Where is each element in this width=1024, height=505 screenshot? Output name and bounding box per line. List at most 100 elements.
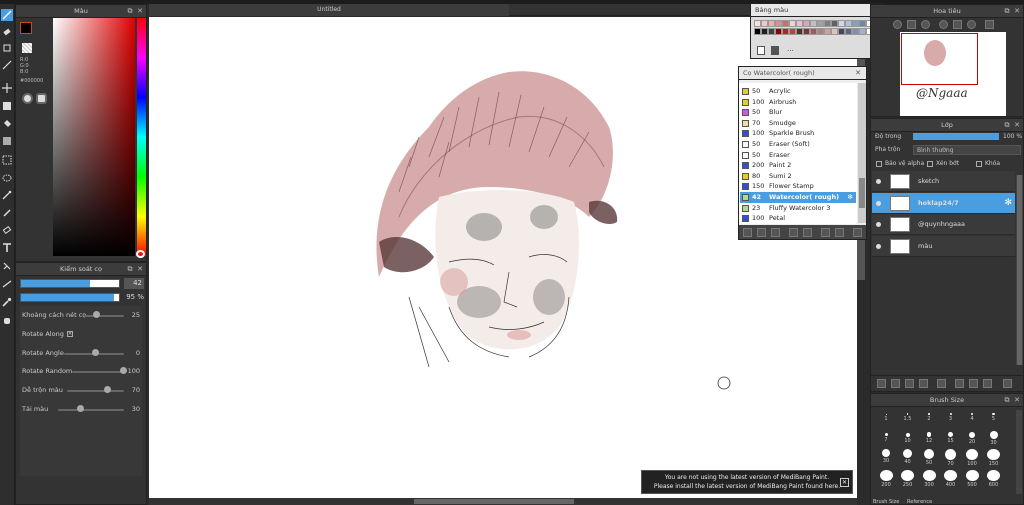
palette-swatch[interactable] xyxy=(810,20,817,27)
brush-tool-icon[interactable] xyxy=(1,9,13,21)
reset-icon[interactable] xyxy=(953,20,962,29)
layer-settings-icon[interactable] xyxy=(983,379,992,388)
palette-swatch[interactable] xyxy=(845,20,852,27)
brush-size-preset[interactable]: 40 xyxy=(899,449,917,467)
navigator-preview[interactable]: @Ngaaa xyxy=(900,32,1006,116)
rectangle-tool-icon[interactable] xyxy=(1,100,13,112)
brush-size-preset[interactable]: 5 xyxy=(985,408,1003,426)
brush-setting-row[interactable]: Khoảng cách nét cọ 25 xyxy=(22,310,140,320)
brush-setting-track[interactable] xyxy=(72,371,124,374)
brush-setting-row[interactable]: Rotate Random 100 xyxy=(22,366,140,376)
brush-setting-knob[interactable] xyxy=(104,386,112,394)
palette-swatch[interactable] xyxy=(775,20,782,27)
brush-list-item[interactable]: 100 Petal xyxy=(740,213,856,224)
close-icon[interactable]: ✕ xyxy=(1013,7,1021,15)
brush-size-preset[interactable]: 70 xyxy=(942,449,960,467)
rotate-left-icon[interactable] xyxy=(939,20,948,29)
visibility-icon[interactable] xyxy=(876,243,881,249)
color-wheel-mode-icon[interactable] xyxy=(22,93,33,104)
canvas-h-scrollbar[interactable] xyxy=(149,498,857,505)
palette-swatch[interactable] xyxy=(852,20,859,27)
transparent-color-swatch[interactable] xyxy=(22,43,32,53)
zoom-out-icon[interactable] xyxy=(921,20,930,29)
layer-item[interactable]: sketch xyxy=(872,171,1015,192)
brush-list-item[interactable]: 100 Sparkle Brush xyxy=(740,128,856,139)
zoom-fit-icon[interactable] xyxy=(907,20,916,29)
palette-swatch[interactable] xyxy=(768,28,775,35)
brush-edit-icon[interactable] xyxy=(803,228,812,237)
palette-swatch[interactable] xyxy=(796,28,803,35)
close-icon[interactable]: ✕ xyxy=(136,265,144,273)
brush-duplicate-icon[interactable] xyxy=(835,228,844,237)
brush-size-preset[interactable]: 30 xyxy=(985,429,1003,447)
protect-alpha-checkbox[interactable] xyxy=(876,161,882,167)
new-8bit-layer-icon[interactable] xyxy=(905,379,914,388)
palette-add-icon[interactable] xyxy=(757,46,765,55)
visibility-icon[interactable] xyxy=(876,179,881,184)
lock-checkbox[interactable] xyxy=(976,161,982,167)
brush-setting-knob[interactable] xyxy=(93,311,100,318)
close-icon[interactable]: ✕ xyxy=(1013,396,1021,404)
palette-swatch[interactable] xyxy=(789,20,796,27)
brush-setting-track[interactable] xyxy=(67,390,124,393)
palette-swatch[interactable] xyxy=(789,28,796,35)
brush-size-preset[interactable]: 12 xyxy=(920,429,938,447)
brush-size-preset[interactable]: 150 xyxy=(985,449,1003,467)
close-icon[interactable]: ✕ xyxy=(1013,121,1021,129)
brush-list-item[interactable]: 50 Acrylic xyxy=(740,86,856,97)
float-icon[interactable]: ⧉ xyxy=(1003,396,1011,404)
layer-item[interactable]: hoklap24/7 ✻ xyxy=(872,192,1015,214)
brush-folder-icon[interactable] xyxy=(789,228,798,237)
blend-mode-select[interactable]: Bình thường xyxy=(913,145,1021,155)
layer-item[interactable]: màu xyxy=(872,235,1015,257)
brush-setting-row[interactable]: Tải màu 30 xyxy=(22,404,140,414)
palette-swatch[interactable] xyxy=(803,28,810,35)
brush-size-preset[interactable]: 3 xyxy=(942,408,960,426)
tab-reference[interactable]: Reference xyxy=(907,499,932,505)
gradient-tool-icon[interactable] xyxy=(1,135,13,147)
select-eraser-icon[interactable] xyxy=(1,224,13,236)
delete-layer-icon[interactable] xyxy=(1003,379,1012,388)
palette-swatch[interactable] xyxy=(768,20,775,27)
float-icon[interactable]: ⧉ xyxy=(126,265,134,273)
primary-color-swatch[interactable] xyxy=(20,22,32,34)
brush-size-bar[interactable] xyxy=(20,279,120,288)
palette-swatch[interactable] xyxy=(831,28,838,35)
brush-list-item[interactable]: 80 Sumi 2 xyxy=(740,170,856,182)
brush-list-item[interactable]: 200 Paint 2 xyxy=(740,160,856,171)
update-notice[interactable]: You are not using the latest version of … xyxy=(641,470,853,494)
brush-import-icon[interactable] xyxy=(743,228,752,237)
tab-brush-size[interactable]: Brush Size xyxy=(873,499,899,505)
float-icon[interactable]: ⧉ xyxy=(126,7,134,15)
brush-setting-track[interactable] xyxy=(84,315,124,317)
layer-item[interactable]: @quynhngaaa xyxy=(872,214,1015,235)
brush-size-preset[interactable]: 15 xyxy=(942,429,960,447)
brush-size-preset[interactable]: 20 xyxy=(963,429,981,447)
brush-size-preset[interactable]: 500 xyxy=(963,469,981,488)
brush-list-item[interactable]: 23 Fluffy Watercolor 3 xyxy=(740,202,856,214)
brush-new-icon[interactable] xyxy=(757,228,766,237)
brush-setting-knob[interactable] xyxy=(120,367,127,375)
palette-swatch[interactable] xyxy=(782,20,789,27)
palette-swatch[interactable] xyxy=(817,28,824,35)
brush-list-item[interactable]: 150 Flower Stamp xyxy=(740,181,856,192)
magic-wand-icon[interactable] xyxy=(1,189,13,201)
lasso-tool-icon[interactable] xyxy=(1,172,13,184)
palette-swatch[interactable] xyxy=(859,20,866,27)
brush-size-preset[interactable]: 400 xyxy=(942,469,960,488)
flip-icon[interactable] xyxy=(985,20,994,29)
canvas-tab[interactable]: Untitled xyxy=(149,4,509,16)
palette-swatch[interactable] xyxy=(838,20,845,27)
brush-size-preset[interactable]: 200 xyxy=(877,469,895,488)
palette-delete-icon[interactable] xyxy=(771,46,779,55)
brush-size-preset[interactable]: 100 xyxy=(963,449,981,467)
brush-size-preset[interactable]: 1.5 xyxy=(899,408,917,426)
brush-size-preset[interactable]: 4 xyxy=(963,408,981,426)
brush-list-item[interactable]: 50 Blur xyxy=(740,107,856,118)
brush-copy-icon[interactable] xyxy=(821,228,830,237)
clipping-checkbox[interactable] xyxy=(927,161,933,167)
float-icon[interactable]: ⧉ xyxy=(1003,121,1011,129)
brush-settings-icon[interactable]: ✻ xyxy=(848,192,853,203)
palette-swatch[interactable] xyxy=(824,28,831,35)
divide-tool-icon[interactable] xyxy=(1,278,13,290)
